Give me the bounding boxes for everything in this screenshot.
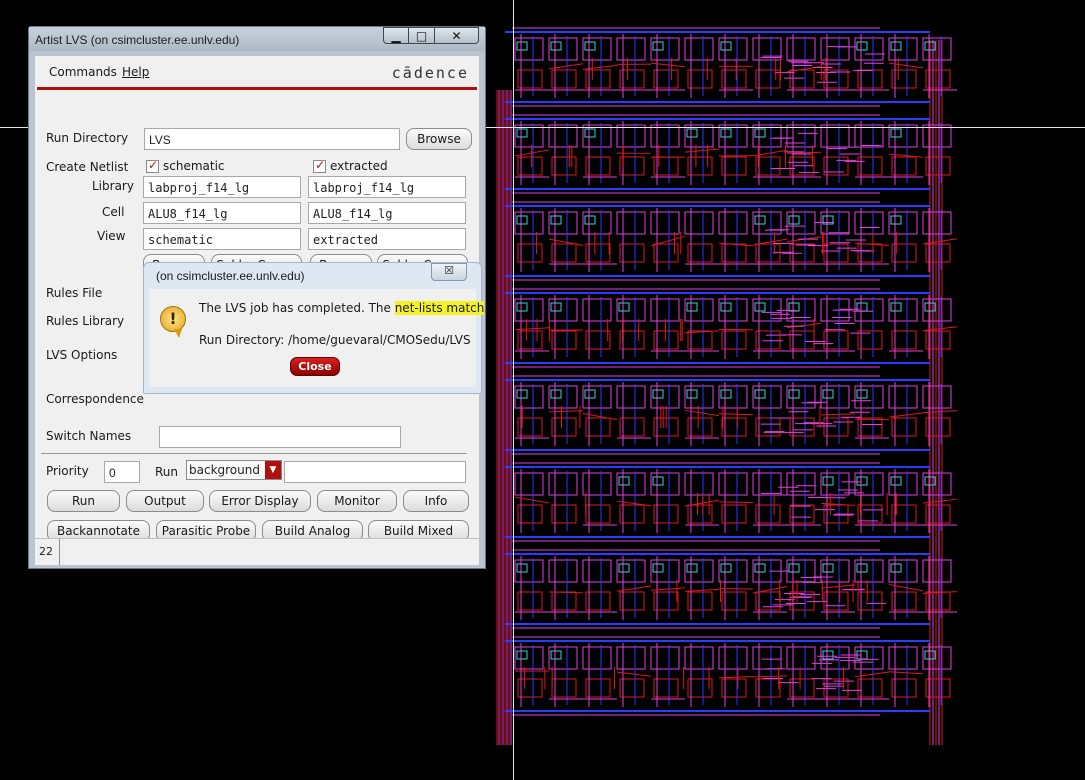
crosshair-vertical: [513, 0, 514, 780]
title-bar[interactable]: Artist LVS (on csimcluster.ee.unlv.edu) …: [29, 27, 485, 51]
status-line-number: 22: [39, 545, 53, 558]
lvs-options-label: LVS Options: [46, 348, 118, 362]
output-button[interactable]: Output: [126, 490, 204, 512]
close-button[interactable]: ✕: [435, 27, 479, 44]
rules-file-label: Rules File: [46, 286, 103, 300]
dialog-run-directory: Run Directory: /home/guevaral/CMOSedu/LV…: [199, 333, 471, 347]
dialog-close-icon[interactable]: ☒: [431, 263, 467, 281]
window-title: Artist LVS (on csimcluster.ee.unlv.edu): [35, 33, 240, 47]
run-button[interactable]: Run: [47, 490, 120, 512]
dialog-close-button[interactable]: Close: [290, 357, 340, 376]
run-directory-input[interactable]: LVS: [144, 128, 400, 150]
extracted-checkbox[interactable]: [313, 158, 326, 173]
run-mode-extra-input[interactable]: [284, 461, 466, 483]
priority-input[interactable]: 0: [104, 461, 140, 483]
switch-names-label: Switch Names: [46, 429, 132, 443]
extracted-cell-input[interactable]: ALU8_f14_lg: [308, 202, 466, 224]
maximize-button[interactable]: □: [409, 27, 435, 44]
minimize-button[interactable]: ▁: [383, 27, 409, 44]
schematic-view-input[interactable]: schematic: [143, 228, 301, 250]
dialog-message: The LVS job has completed. The net-lists…: [199, 301, 489, 315]
schematic-library-input[interactable]: labproj_f14_lg: [143, 176, 301, 198]
view-label: View: [97, 229, 126, 243]
schematic-checkbox[interactable]: [146, 158, 159, 173]
cadence-logo: cādence: [391, 64, 469, 82]
correspondence-label: Correspondence: [46, 392, 144, 406]
extracted-checkbox-label: extracted: [330, 159, 388, 173]
chevron-down-icon[interactable]: ▼: [265, 461, 281, 479]
separator: [41, 453, 467, 454]
cell-label: Cell: [102, 205, 125, 219]
run-directory-browse-button[interactable]: Browse: [406, 128, 472, 150]
dialog-title: (on csimcluster.ee.unlv.edu): [156, 269, 305, 283]
run-mode-label: Run: [155, 465, 179, 479]
extracted-library-input[interactable]: labproj_f14_lg: [308, 176, 466, 198]
net-lists-match-highlight: net-lists match: [394, 301, 485, 315]
status-bar: 22: [35, 538, 479, 565]
library-label: Library: [92, 179, 134, 193]
menu-help[interactable]: Help: [122, 65, 149, 79]
switch-names-input[interactable]: [159, 426, 401, 448]
schematic-cell-input[interactable]: ALU8_f14_lg: [143, 202, 301, 224]
create-netlist-label: Create Netlist: [46, 160, 129, 174]
menu-bar: Commands Help cādence: [35, 56, 479, 90]
brand-bar: [37, 87, 477, 90]
warning-icon: !: [160, 306, 186, 332]
rules-library-label: Rules Library: [46, 314, 125, 328]
info-button[interactable]: Info: [403, 490, 469, 512]
error-display-button[interactable]: Error Display: [209, 490, 311, 512]
extracted-view-input[interactable]: extracted: [308, 228, 466, 250]
schematic-checkbox-label: schematic: [163, 159, 225, 173]
run-mode-value: background: [189, 463, 260, 477]
run-mode-select[interactable]: background ▼: [186, 460, 282, 480]
lvs-complete-dialog: (on csimcluster.ee.unlv.edu) ☒ ! The LVS…: [143, 262, 488, 394]
menu-commands[interactable]: Commands: [49, 65, 117, 79]
priority-label: Priority: [46, 464, 89, 478]
run-directory-label: Run Directory: [46, 131, 129, 145]
monitor-button[interactable]: Monitor: [317, 490, 397, 512]
dialog-body: ! The LVS job has completed. The net-lis…: [149, 289, 488, 387]
